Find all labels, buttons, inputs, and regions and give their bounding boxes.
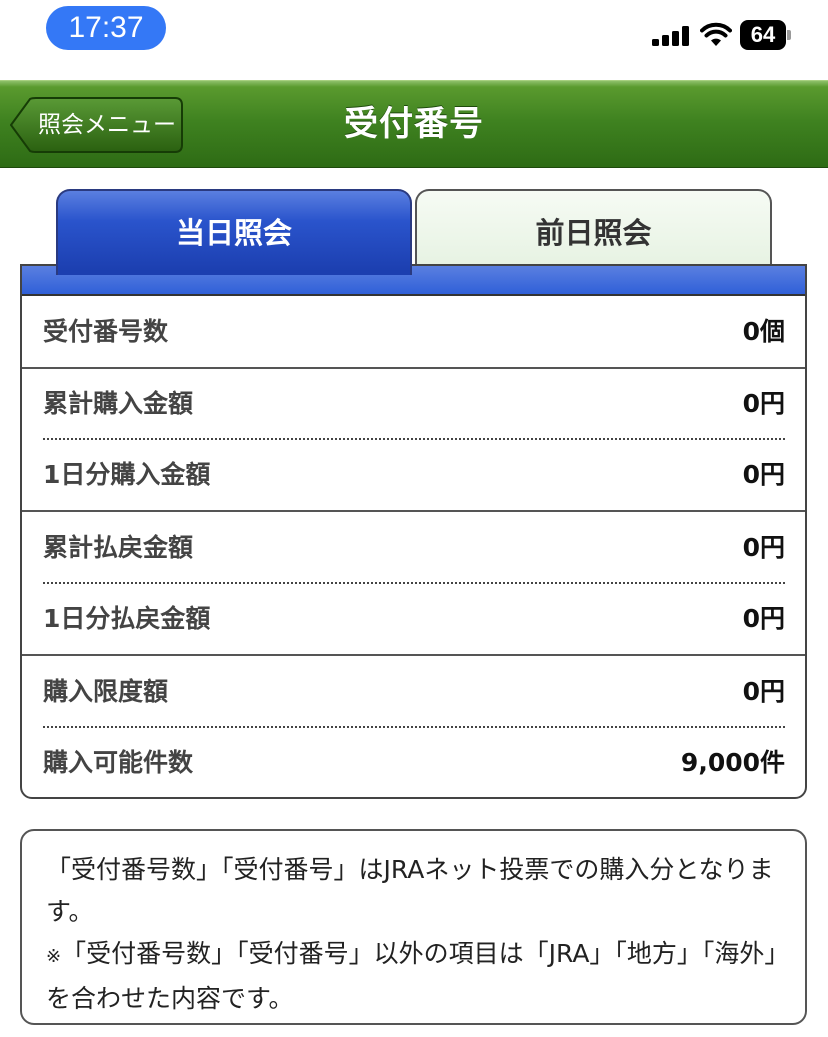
navigation-bar: 照会メニュー 受付番号 bbox=[0, 80, 828, 168]
back-button-label: 照会メニュー bbox=[38, 112, 176, 138]
status-bar: 17:37 64 bbox=[0, 0, 828, 80]
tab-previous-day-inquiry[interactable]: 前日照会 bbox=[415, 189, 772, 269]
row-value: 0円 bbox=[742, 533, 785, 562]
row-label: 累計購入金額 bbox=[43, 389, 194, 418]
note-mark: ※ bbox=[46, 946, 62, 967]
row-label: 1日分購入金額 bbox=[43, 460, 211, 489]
notice-text-body: 「受付番号数」「受付番号」以外の項目は「JRA」「地方」「海外」を合わせた内容で… bbox=[46, 939, 777, 1013]
row-label: 累計払戻金額 bbox=[43, 533, 194, 562]
back-button[interactable]: 照会メニュー bbox=[10, 97, 184, 153]
cellular-signal-icon bbox=[652, 26, 690, 46]
table-row: 1日分払戻金額 0円 bbox=[22, 583, 805, 655]
row-value: 0円 bbox=[742, 460, 785, 489]
battery-level: 64 bbox=[740, 20, 786, 50]
table-row: 購入可能件数 9,000件 bbox=[22, 727, 805, 797]
row-label: 受付番号数 bbox=[43, 317, 169, 346]
row-value: 0円 bbox=[742, 604, 785, 633]
table-row: 累計払戻金額 0円 bbox=[22, 512, 805, 584]
row-label: 購入可能件数 bbox=[43, 748, 194, 777]
row-value: 0円 bbox=[742, 677, 785, 706]
tab-today-inquiry[interactable]: 当日照会 bbox=[56, 189, 412, 275]
battery-icon: 64 bbox=[740, 20, 791, 50]
row-value: 0円 bbox=[742, 389, 785, 418]
table-row: 1日分購入金額 0円 bbox=[22, 439, 805, 511]
notice-text: 「受付番号数」「受付番号」はJRAネット投票での購入分となります。 bbox=[46, 855, 774, 926]
row-label: 購入限度額 bbox=[43, 677, 169, 706]
table-row: 累計購入金額 0円 bbox=[22, 368, 805, 440]
page-title: 受付番号 bbox=[344, 104, 484, 144]
row-value: 9,000件 bbox=[680, 748, 785, 777]
summary-panel: 受付番号数 0個 累計購入金額 0円 1日分購入金額 0円 累計払戻金額 0円 … bbox=[20, 264, 807, 799]
table-row: 受付番号数 0個 bbox=[22, 296, 805, 368]
table-row: 購入限度額 0円 bbox=[22, 656, 805, 728]
wifi-icon bbox=[700, 22, 732, 48]
notice-text-2: ※「受付番号数」「受付番号」以外の項目は「JRA」「地方」「海外」を合わせた内容… bbox=[46, 933, 781, 1020]
row-label: 1日分払戻金額 bbox=[43, 604, 211, 633]
notice-box: 「受付番号数」「受付番号」はJRAネット投票での購入分となります。 ※「受付番号… bbox=[20, 829, 807, 1025]
row-value: 0個 bbox=[742, 317, 785, 346]
status-time: 17:37 bbox=[46, 6, 166, 50]
